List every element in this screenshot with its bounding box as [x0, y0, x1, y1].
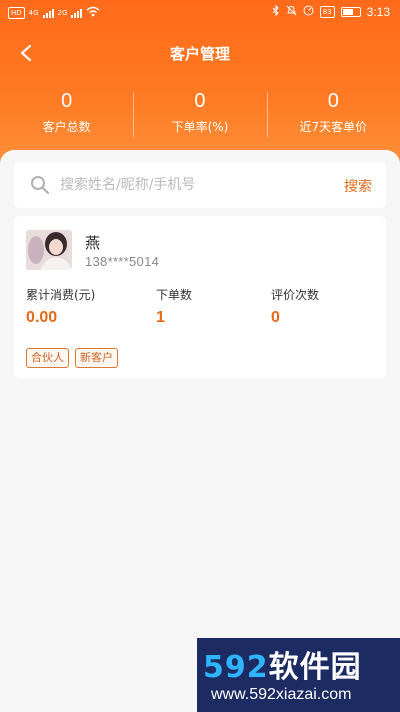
network-label-2: 2G [57, 9, 68, 17]
metric-label: 评价次数 [271, 288, 320, 302]
battery-icon [340, 7, 361, 17]
customer-tags: 合伙人 新客户 [26, 348, 118, 368]
watermark-url: www.592xiazai.com [211, 686, 352, 703]
signal-icon [42, 8, 54, 18]
metric-label: 累计消费(元) [26, 288, 96, 302]
page-title: 客户管理 [169, 45, 230, 63]
stats-summary: 0 客户总数 0 下单率(%) 0 近7天客单价 [0, 88, 400, 142]
search-icon [30, 175, 50, 199]
search-input[interactable] [60, 171, 330, 199]
network-label-1: 4G [28, 9, 39, 17]
avatar [26, 230, 72, 270]
wifi-icon [86, 6, 100, 20]
search-button[interactable]: 搜索 [344, 176, 372, 196]
stat-total-customers: 0 客户总数 [0, 88, 133, 142]
customer-card[interactable]: 燕 138****5014 累计消费(元) 0.00 下单数 1 评价次数 0 … [14, 216, 386, 378]
search-bar: 搜索 [14, 162, 386, 208]
metric-value: 0.00 [26, 309, 58, 326]
navigation-bar: 客户管理 [0, 33, 400, 73]
metric-value: 1 [156, 309, 165, 326]
watermark-brand-text: 软件园 [268, 650, 362, 685]
metric-label: 下单数 [156, 288, 193, 302]
metric-order-count: 下单数 1 [156, 286, 192, 327]
customer-phone: 138****5014 [85, 254, 160, 269]
stat-value: 0 [327, 90, 339, 112]
status-bar: HD 4G 2G 83 3:13 [0, 0, 400, 26]
metric-total-spent: 累计消费(元) 0.00 [26, 286, 95, 327]
tag-partner: 合伙人 [26, 348, 69, 368]
hd-badge: HD [8, 7, 25, 19]
mute-bell-icon [286, 5, 297, 19]
speed-icon [303, 5, 314, 19]
customer-name: 燕 [85, 234, 101, 252]
stat-label: 近7天客单价 [299, 120, 368, 134]
metric-review-count: 评价次数 0 [271, 286, 319, 327]
bluetooth-icon [272, 4, 280, 19]
tag-new-customer: 新客户 [75, 348, 118, 368]
stat-value: 0 [194, 90, 206, 112]
customer-metrics: 累计消费(元) 0.00 下单数 1 评价次数 0 [26, 286, 376, 336]
signal-icon-2 [71, 8, 83, 18]
stat-label: 下单率(%) [171, 120, 229, 134]
battery-badge: 83 [319, 6, 335, 18]
stat-label: 客户总数 [42, 120, 91, 134]
stat-value: 0 [61, 90, 73, 112]
watermark-logo: 592软件园 www.592xiazai.com [197, 638, 400, 712]
clock: 3:13 [366, 5, 390, 19]
watermark-brand: 592软件园 [203, 642, 362, 686]
stat-order-rate: 0 下单率(%) [133, 88, 266, 142]
watermark-digits: 592 [203, 650, 269, 685]
metric-value: 0 [271, 309, 280, 326]
stat-avg-order-value: 0 近7天客单价 [266, 88, 400, 142]
